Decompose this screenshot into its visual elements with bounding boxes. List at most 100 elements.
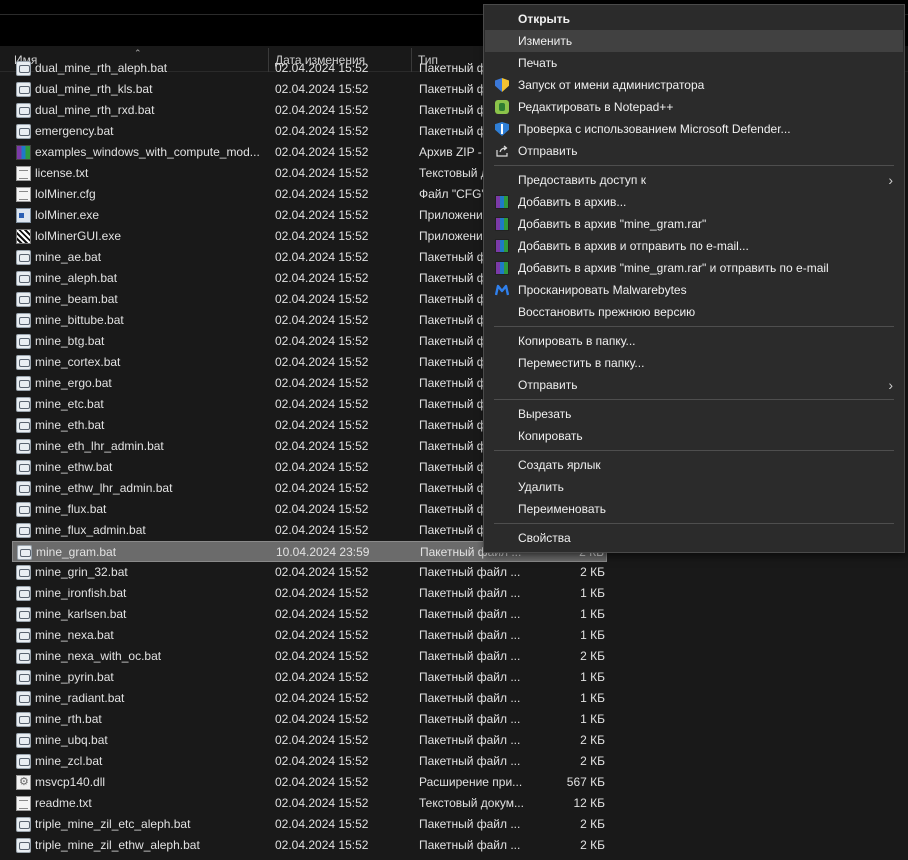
file-row[interactable]: mine_nexa_with_oc.bat 02.04.2024 15:52 Пак… bbox=[12, 646, 607, 667]
file-size: 1 КБ bbox=[580, 586, 605, 600]
file-size: 1 КБ bbox=[580, 628, 605, 642]
menu-separator bbox=[494, 326, 894, 327]
menu-item[interactable]: Изменить bbox=[485, 30, 903, 52]
chevron-right-icon: › bbox=[888, 377, 893, 393]
menu-item[interactable]: Копировать bbox=[485, 425, 903, 447]
menu-item[interactable]: Переименовать bbox=[485, 498, 903, 520]
menu-item-label: Открыть bbox=[518, 12, 571, 26]
text-file-icon bbox=[16, 166, 31, 181]
bat-file-icon bbox=[16, 712, 31, 727]
file-name: mine_ironfish.bat bbox=[35, 586, 127, 600]
menu-item-label: Изменить bbox=[518, 34, 573, 48]
file-size: 567 КБ bbox=[566, 775, 605, 789]
menu-item[interactable]: Копировать в папку... bbox=[485, 330, 903, 352]
bat-file-icon bbox=[16, 502, 31, 517]
menu-item[interactable]: Переместить в папку... bbox=[485, 352, 903, 374]
file-name: triple_mine_zil_etc_aleph.bat bbox=[35, 817, 191, 831]
menu-item[interactable]: Добавить в архив "mine_gram.rar" bbox=[485, 213, 903, 235]
file-date: 02.04.2024 15:52 bbox=[275, 145, 369, 159]
bat-file-icon bbox=[16, 61, 31, 76]
file-row[interactable]: mine_radiant.bat 02.04.2024 15:52 Пакетный… bbox=[12, 688, 607, 709]
file-date: 02.04.2024 15:52 bbox=[275, 250, 369, 264]
file-name: mine_ethw_lhr_admin.bat bbox=[35, 481, 173, 495]
file-type: Текстовый докум... bbox=[419, 796, 523, 810]
bat-file-icon bbox=[16, 754, 31, 769]
bat-file-icon bbox=[16, 439, 31, 454]
menu-item-label: Свойства bbox=[518, 531, 571, 545]
file-date: 02.04.2024 15:52 bbox=[275, 82, 369, 96]
menu-item[interactable]: Свойства bbox=[485, 527, 903, 549]
bat-file-icon bbox=[16, 376, 31, 391]
file-row[interactable]: msvcp140.dll 02.04.2024 15:52 Расширение п… bbox=[12, 772, 607, 793]
menu-item-label: Копировать в папку... bbox=[518, 334, 636, 348]
menu-item[interactable]: Проверка с использованием Microsoft Defe… bbox=[485, 118, 903, 140]
menu-item[interactable]: Отправить › bbox=[485, 374, 903, 396]
file-row[interactable]: mine_karlsen.bat 02.04.2024 15:52 Пакетный… bbox=[12, 604, 607, 625]
file-date: 02.04.2024 15:52 bbox=[275, 439, 369, 453]
file-size: 1 КБ bbox=[580, 691, 605, 705]
file-type: Расширение при... bbox=[419, 775, 523, 789]
menu-item-label: Предоставить доступ к bbox=[518, 173, 646, 187]
menu-item[interactable]: Восстановить прежнюю версию bbox=[485, 301, 903, 323]
file-row[interactable]: mine_ubq.bat 02.04.2024 15:52 Пакетный фай… bbox=[12, 730, 607, 751]
menu-item-label: Копировать bbox=[518, 429, 583, 443]
file-row[interactable]: mine_zcl.bat 02.04.2024 15:52 Пакетный фай… bbox=[12, 751, 607, 772]
file-name: dual_mine_rth_rxd.bat bbox=[35, 103, 155, 117]
menu-item[interactable]: Добавить в архив и отправить по e-mail..… bbox=[485, 235, 903, 257]
menu-item[interactable]: Отправить bbox=[485, 140, 903, 162]
file-type: Пакетный файл ... bbox=[419, 649, 521, 663]
menu-item[interactable]: Печать bbox=[485, 52, 903, 74]
bat-file-icon bbox=[16, 838, 31, 853]
file-date: 02.04.2024 15:52 bbox=[275, 376, 369, 390]
file-row[interactable]: triple_mine_zil_etc_aleph.bat 02.04.2024 … bbox=[12, 814, 607, 835]
menu-item-label: Отправить bbox=[518, 144, 578, 158]
menu-item[interactable]: Открыть bbox=[485, 8, 903, 30]
bat-file-icon bbox=[16, 691, 31, 706]
file-name: mine_ubq.bat bbox=[35, 733, 108, 747]
file-date: 02.04.2024 15:52 bbox=[275, 775, 369, 789]
menu-item[interactable]: Добавить в архив... bbox=[485, 191, 903, 213]
file-name: dual_mine_rth_aleph.bat bbox=[35, 61, 168, 75]
gui-exe-icon bbox=[16, 229, 31, 244]
menu-item[interactable]: Редактировать в Notepad++ bbox=[485, 96, 903, 118]
notepad-plus-plus-icon bbox=[495, 100, 509, 114]
bat-file-icon bbox=[16, 481, 31, 496]
file-name: msvcp140.dll bbox=[35, 775, 106, 789]
file-row[interactable]: mine_grin_32.bat 02.04.2024 15:52 Пакетный… bbox=[12, 562, 607, 583]
menu-item[interactable]: Добавить в архив "mine_gram.rar" и отпра… bbox=[485, 257, 903, 279]
file-name: mine_pyrin.bat bbox=[35, 670, 114, 684]
bat-file-icon bbox=[16, 355, 31, 370]
uac-shield-icon bbox=[495, 78, 509, 92]
file-name: mine_karlsen.bat bbox=[35, 607, 127, 621]
menu-item[interactable]: Просканировать Malwarebytes bbox=[485, 279, 903, 301]
file-name: mine_radiant.bat bbox=[35, 691, 125, 705]
file-row[interactable]: readme.txt 02.04.2024 15:52 Текстовый доку… bbox=[12, 793, 607, 814]
file-date: 02.04.2024 15:52 bbox=[275, 523, 369, 537]
dll-file-icon bbox=[16, 775, 31, 790]
menu-item-label: Создать ярлык bbox=[518, 458, 601, 472]
file-name: mine_btg.bat bbox=[35, 334, 105, 348]
menu-item[interactable]: Создать ярлык bbox=[485, 454, 903, 476]
bat-file-icon bbox=[16, 670, 31, 685]
file-size: 2 КБ bbox=[580, 649, 605, 663]
file-row[interactable]: mine_pyrin.bat 02.04.2024 15:52 Пакетный ф… bbox=[12, 667, 607, 688]
exe-file-icon bbox=[16, 208, 31, 223]
file-date: 02.04.2024 15:52 bbox=[275, 292, 369, 306]
menu-item[interactable]: Запуск от имени администратора bbox=[485, 74, 903, 96]
file-name: triple_mine_zil_ethw_aleph.bat bbox=[35, 838, 200, 852]
menu-item[interactable]: Вырезать bbox=[485, 403, 903, 425]
file-date: 02.04.2024 15:52 bbox=[275, 334, 369, 348]
file-row[interactable]: triple_mine_zil_ethw_aleph.bat 02.04.2024… bbox=[12, 835, 607, 856]
menu-item[interactable]: Предоставить доступ к › bbox=[485, 169, 903, 191]
file-name: license.txt bbox=[35, 166, 89, 180]
file-date: 02.04.2024 15:52 bbox=[275, 649, 369, 663]
menu-item[interactable]: Удалить bbox=[485, 476, 903, 498]
file-type: Пакетный файл ... bbox=[419, 817, 521, 831]
file-row[interactable]: mine_ironfish.bat 02.04.2024 15:52 Пакетны… bbox=[12, 583, 607, 604]
file-row[interactable]: mine_rth.bat 02.04.2024 15:52 Пакетный фай… bbox=[12, 709, 607, 730]
file-name: mine_ae.bat bbox=[35, 250, 102, 264]
file-row[interactable]: mine_nexa.bat 02.04.2024 15:52 Пакетный фа… bbox=[12, 625, 607, 646]
file-date: 02.04.2024 15:52 bbox=[275, 61, 369, 75]
text-file-icon bbox=[16, 187, 31, 202]
file-name: mine_cortex.bat bbox=[35, 355, 121, 369]
